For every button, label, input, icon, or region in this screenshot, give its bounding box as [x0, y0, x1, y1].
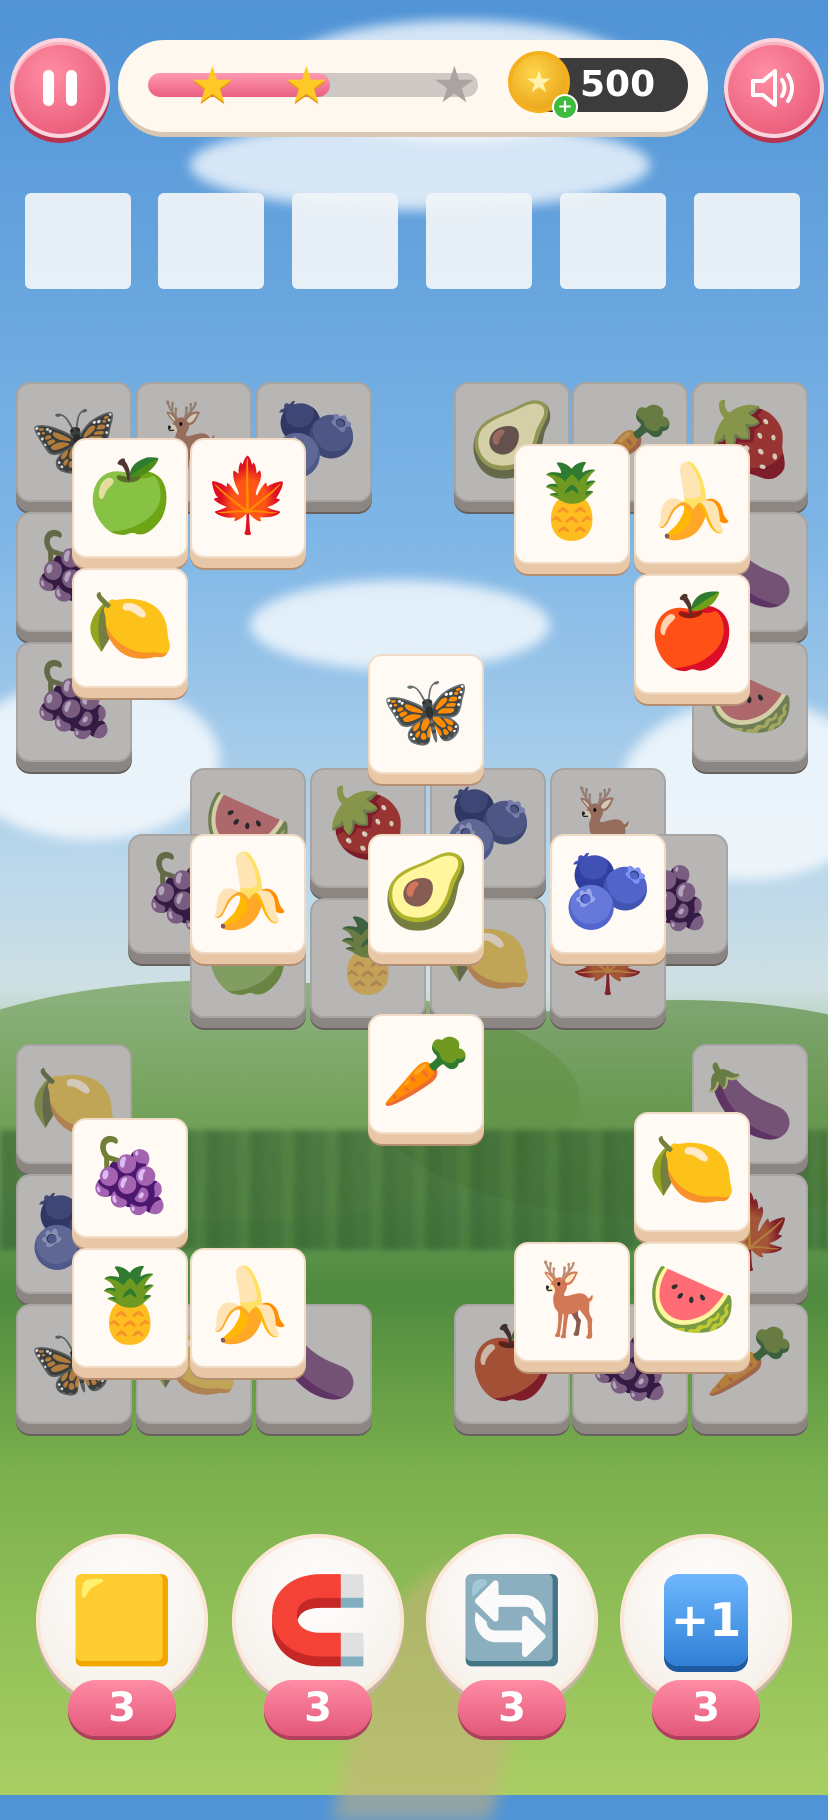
- tile-blueberry[interactable]: 🫐: [550, 834, 666, 954]
- tile-pineapple[interactable]: 🍍: [514, 444, 630, 564]
- tile-banana[interactable]: 🍌: [190, 1248, 306, 1368]
- star-icon: ★: [432, 56, 477, 114]
- sound-button[interactable]: [724, 38, 824, 138]
- tray-slot: [158, 193, 264, 289]
- tile-lemon[interactable]: 🍋: [634, 1112, 750, 1232]
- tile-apple[interactable]: 🍏: [72, 438, 188, 558]
- magnet-icon: 🧲: [265, 1570, 371, 1669]
- tile-butterfly[interactable]: 🦋: [368, 654, 484, 774]
- booster-count: 3: [264, 1680, 372, 1736]
- tray-slot: [25, 193, 131, 289]
- tray-slot: [694, 193, 800, 289]
- booster-count: 3: [652, 1680, 760, 1736]
- tray-slot: [292, 193, 398, 289]
- booster-count: 3: [458, 1680, 566, 1736]
- tray-slot: [560, 193, 666, 289]
- refresh-icon: 🔄: [459, 1570, 565, 1669]
- add-coins-button[interactable]: +: [552, 94, 578, 120]
- tray-slot: [426, 193, 532, 289]
- pause-button[interactable]: [10, 38, 110, 138]
- tile-carrot[interactable]: 🥕: [368, 1014, 484, 1134]
- tile-lemon[interactable]: 🍋: [72, 568, 188, 688]
- tile-banana[interactable]: 🍌: [190, 834, 306, 954]
- tile-apple[interactable]: 🍎: [634, 574, 750, 694]
- tiles-icon: 🟨: [69, 1570, 175, 1669]
- tile-avocado[interactable]: 🥑: [368, 834, 484, 954]
- coin-count: 500: [580, 64, 656, 105]
- speaker-icon: [751, 69, 794, 107]
- star-icon: ★: [190, 56, 235, 114]
- tile-watermelon[interactable]: 🍉: [634, 1242, 750, 1362]
- plus-one-icon: +1: [664, 1574, 748, 1666]
- level-progress-panel: ★ ★ ★ ★ + 500: [118, 40, 708, 132]
- tile-banana[interactable]: 🍌: [634, 444, 750, 564]
- pause-icon: [43, 70, 77, 106]
- tile-pineapple[interactable]: 🍍: [72, 1248, 188, 1368]
- tile-leaf[interactable]: 🍁: [190, 438, 306, 558]
- star-icon: ★: [284, 56, 329, 114]
- tile-grapes[interactable]: 🍇: [72, 1118, 188, 1238]
- tile-deer[interactable]: 🦌: [514, 1242, 630, 1362]
- booster-count: 3: [68, 1680, 176, 1736]
